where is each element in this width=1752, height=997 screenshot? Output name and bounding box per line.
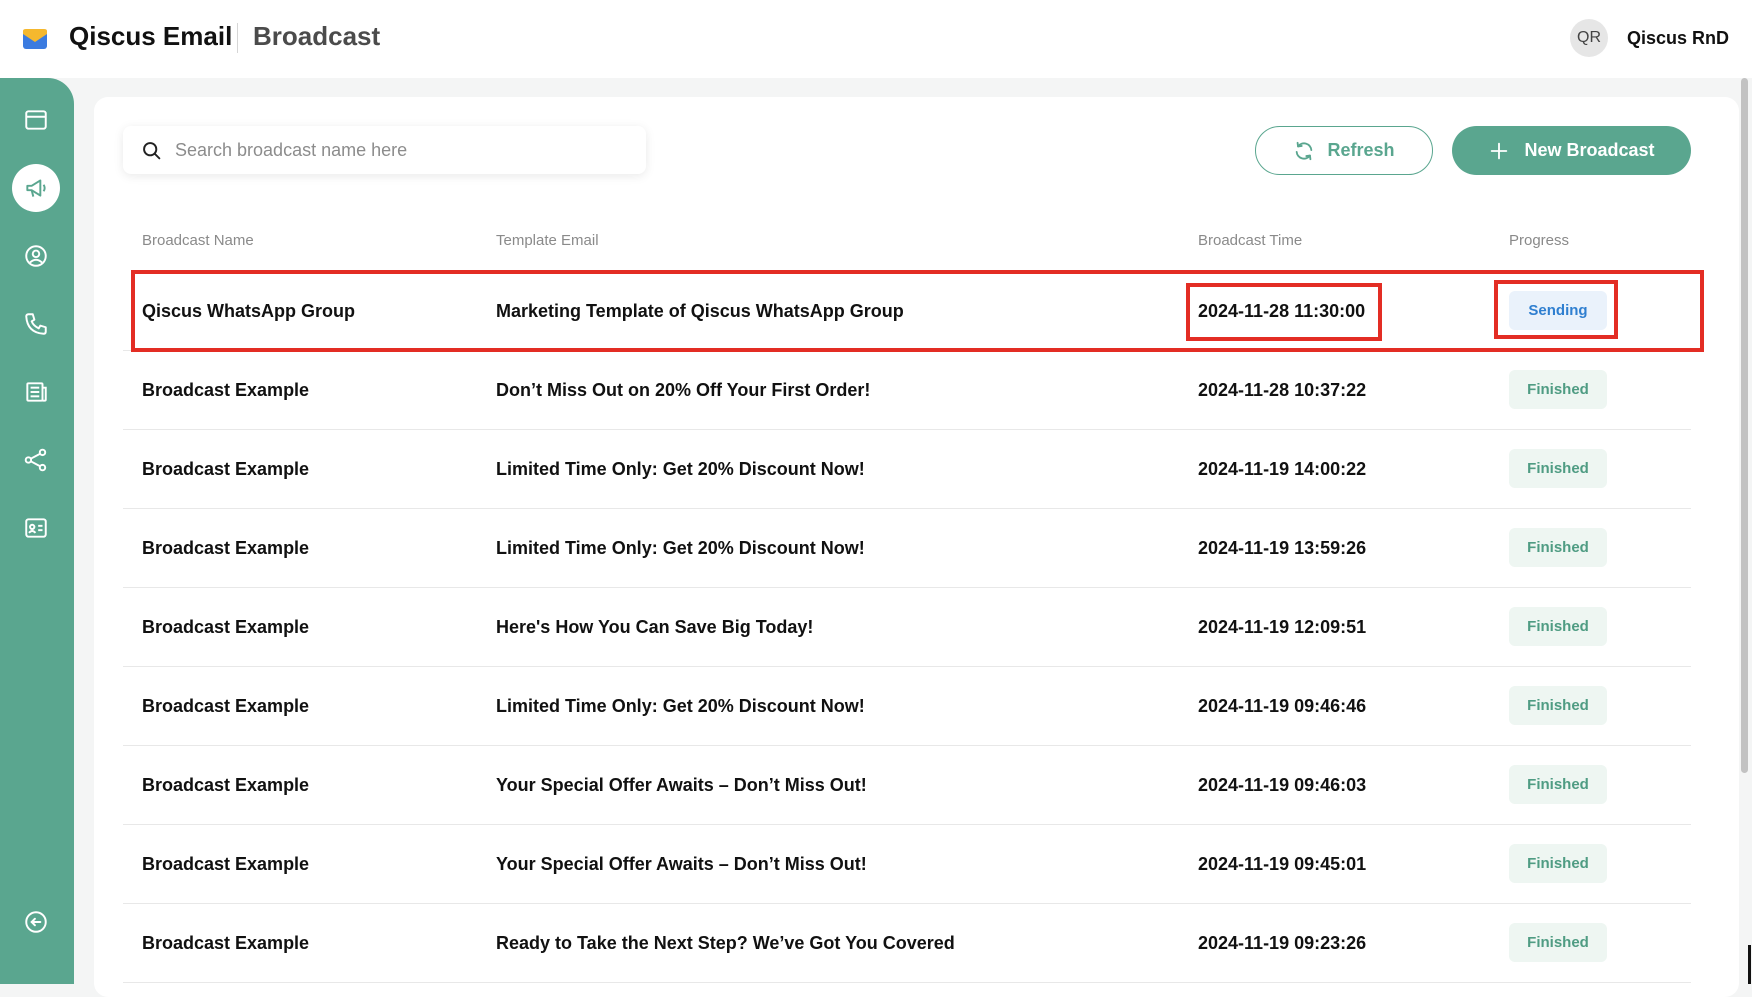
status-badge: Finished <box>1509 370 1607 409</box>
table-row[interactable]: Broadcast Example Your Special Offer Awa… <box>123 746 1691 825</box>
email-logo-icon <box>23 29 47 49</box>
window-icon <box>25 110 47 130</box>
top-bar: Qiscus Email Broadcast QR Qiscus RnD <box>0 0 1752 78</box>
table-row[interactable]: Broadcast Example Limited Time Only: Get… <box>123 509 1691 588</box>
status-badge: Finished <box>1509 765 1607 804</box>
column-header-name: Broadcast Name <box>142 232 254 249</box>
table-row[interactable]: Broadcast Example Here's How You Can Sav… <box>123 588 1691 667</box>
column-header-time: Broadcast Time <box>1198 232 1303 249</box>
table-row[interactable]: Broadcast Example Limited Time Only: Get… <box>123 430 1691 509</box>
megaphone-icon <box>26 179 46 197</box>
template-email: Don’t Miss Out on 20% Off Your First Ord… <box>496 380 871 400</box>
sidebar-item-calls[interactable] <box>12 300 60 348</box>
column-header-template: Template Email <box>496 232 599 249</box>
template-email: Limited Time Only: Get 20% Discount Now! <box>496 459 865 479</box>
title-divider <box>237 23 238 53</box>
status-badge: Finished <box>1509 528 1607 567</box>
plus-icon <box>1491 142 1508 159</box>
app-title: Qiscus Email <box>69 21 233 51</box>
broadcast-name: Broadcast Example <box>142 933 310 953</box>
search-icon <box>143 142 161 160</box>
sidebar-item-contact-cards[interactable] <box>12 504 60 552</box>
table-row[interactable]: Broadcast Example Limited Time Only: Get… <box>123 667 1691 746</box>
broadcast-time: 2024-11-19 13:59:26 <box>1198 538 1367 558</box>
template-email: Limited Time Only: Get 20% Discount Now! <box>496 696 865 716</box>
broadcast-name: Broadcast Example <box>142 380 310 400</box>
broadcast-time: 2024-11-28 10:37:22 <box>1198 380 1367 400</box>
highlight-progress-box <box>1494 280 1618 339</box>
scrollbar[interactable] <box>1741 78 1748 773</box>
refresh-icon <box>1296 141 1313 160</box>
cursor-mark <box>1748 945 1751 984</box>
broadcast-name: Broadcast Example <box>142 617 310 637</box>
user-name[interactable]: Qiscus RnD <box>1627 28 1729 49</box>
template-email: Your Special Offer Awaits – Don’t Miss O… <box>496 775 867 795</box>
user-circle-icon <box>25 245 47 267</box>
broadcast-time: 2024-11-19 12:09:51 <box>1198 617 1367 637</box>
search-input[interactable] <box>175 134 625 166</box>
broadcast-name: Broadcast Example <box>142 538 310 558</box>
sidebar <box>0 78 74 984</box>
sidebar-item-dashboard[interactable] <box>12 96 60 144</box>
broadcast-time: 2024-11-19 09:45:01 <box>1198 854 1367 874</box>
refresh-button[interactable]: Refresh <box>1255 126 1433 175</box>
status-badge: Finished <box>1509 923 1607 962</box>
highlight-time-box <box>1186 283 1382 341</box>
status-badge: Finished <box>1509 449 1607 488</box>
table-row[interactable]: Broadcast Example Your Special Offer Awa… <box>123 825 1691 904</box>
highlight-row-box <box>131 270 1704 352</box>
broadcast-name: Broadcast Example <box>142 696 310 716</box>
broadcast-time: 2024-11-19 09:46:46 <box>1198 696 1367 716</box>
template-email: Ready to Take the Next Step? We’ve Got Y… <box>496 933 955 953</box>
new-broadcast-button[interactable]: New Broadcast <box>1452 126 1691 175</box>
sidebar-collapse-button[interactable] <box>12 898 60 946</box>
collapse-arrow-icon <box>25 911 47 933</box>
search-box[interactable] <box>123 126 646 174</box>
status-badge: Finished <box>1509 607 1607 646</box>
contact-card-icon <box>25 518 47 538</box>
status-badge: Finished <box>1509 844 1607 883</box>
broadcast-time: 2024-11-19 14:00:22 <box>1198 459 1367 479</box>
template-email: Here's How You Can Save Big Today! <box>496 617 814 637</box>
share-nodes-icon <box>24 448 47 472</box>
refresh-label: Refresh <box>1327 140 1395 160</box>
column-header-progress: Progress <box>1509 232 1570 249</box>
broadcast-name: Broadcast Example <box>142 854 310 874</box>
broadcast-name: Broadcast Example <box>142 459 310 479</box>
broadcast-name: Broadcast Example <box>142 775 310 795</box>
sidebar-item-contacts[interactable] <box>12 232 60 280</box>
template-email: Limited Time Only: Get 20% Discount Now! <box>496 538 865 558</box>
broadcast-time: 2024-11-19 09:23:26 <box>1198 933 1367 953</box>
phone-icon <box>25 313 47 335</box>
broadcast-time: 2024-11-19 09:46:03 <box>1198 775 1367 795</box>
sidebar-item-templates[interactable] <box>12 368 60 416</box>
newspaper-icon <box>26 382 47 402</box>
sidebar-item-integrations[interactable] <box>12 436 60 484</box>
template-email: Your Special Offer Awaits – Don’t Miss O… <box>496 854 867 874</box>
status-badge: Finished <box>1509 686 1607 725</box>
table-row[interactable]: Broadcast Example Ready to Take the Next… <box>123 904 1691 983</box>
sidebar-item-broadcast[interactable] <box>12 164 60 212</box>
new-broadcast-label: New Broadcast <box>1524 140 1655 160</box>
page-title: Broadcast <box>253 21 381 51</box>
table-row[interactable]: Broadcast Example Don’t Miss Out on 20% … <box>123 351 1691 430</box>
avatar[interactable]: QR <box>1570 19 1608 57</box>
